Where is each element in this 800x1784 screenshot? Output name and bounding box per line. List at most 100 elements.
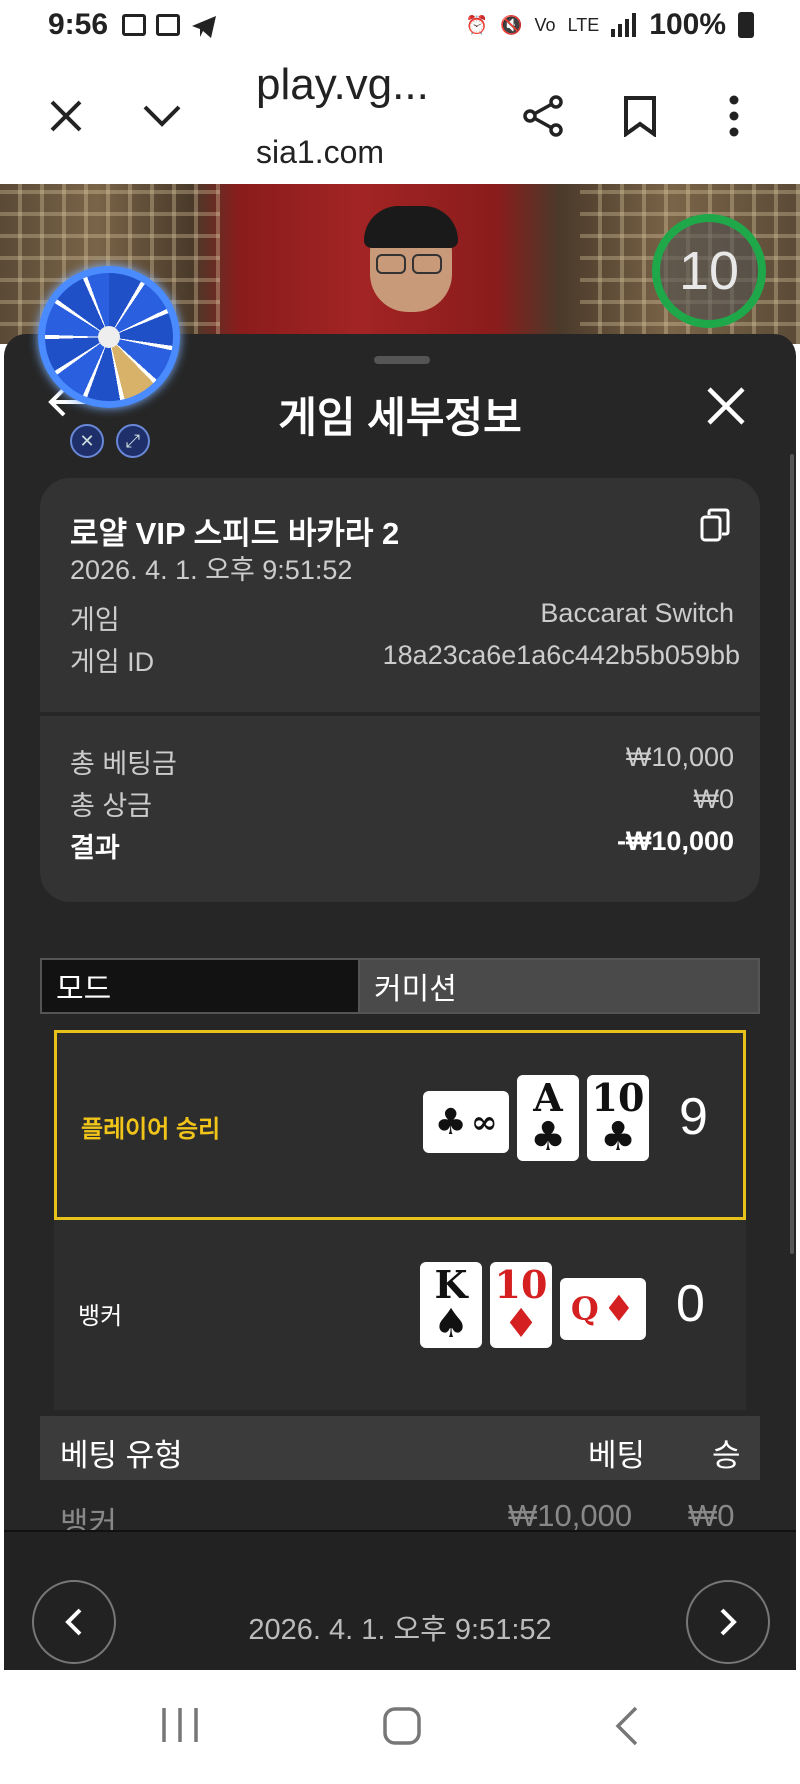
back-chevron-icon — [615, 1706, 638, 1746]
recents-icon — [162, 1708, 198, 1742]
bookmark-button[interactable] — [610, 86, 670, 146]
card-suit: ♦ — [602, 1288, 636, 1330]
game-summary-card: 로얄 VIP 스피드 바카라 2 2026. 4. 1. 오후 9:51:52 … — [40, 478, 760, 712]
game-label: 게임 — [70, 605, 120, 635]
mode-value: 커미션 — [360, 958, 760, 1014]
game-details-sheet: 게임 세부정보 로얄 VIP 스피드 바카라 2 2026. 4. 1. 오후 … — [4, 334, 796, 1670]
bet-row-amount: ₩10,000 — [508, 1498, 633, 1533]
total-win-label: 총 상금 — [70, 791, 153, 821]
bet-row-win: ₩0 — [688, 1498, 735, 1533]
game-name: 로얄 VIP 스피드 바카라 2 — [70, 516, 400, 551]
playing-card: Q ♦ — [560, 1278, 646, 1340]
close-sheet-button[interactable] — [706, 386, 746, 431]
volte-icon: Vo — [534, 14, 556, 35]
total-bet-row: 총 베팅금 ₩10,000 — [70, 742, 734, 781]
recent-apps-button[interactable] — [160, 1706, 200, 1749]
close-icon — [50, 100, 82, 132]
expand-icon: ⤢ — [125, 430, 141, 451]
card-suit: ♣ — [530, 1113, 566, 1160]
mute-icon: 🔇 — [500, 14, 523, 35]
card-rank: ∞ — [470, 1103, 498, 1141]
sheet-drag-handle[interactable] — [374, 356, 430, 364]
total-win-value: ₩0 — [693, 784, 735, 814]
battery-icon — [738, 12, 754, 38]
scrollbar[interactable] — [790, 454, 794, 1254]
card-rank: 10 — [494, 1262, 548, 1307]
copy-icon — [700, 508, 730, 542]
card-suit: ♠ — [433, 1300, 469, 1347]
card-suit: ♣ — [434, 1101, 467, 1143]
widget-expand-button[interactable]: ⤢ — [116, 424, 150, 458]
total-bet-value: ₩10,000 — [625, 742, 734, 772]
game-id-value: 18a23ca6e1a6c442b5b059bb — [382, 640, 740, 670]
dealer-image — [350, 206, 470, 344]
result-label: 결과 — [70, 833, 120, 863]
card-rank: K — [434, 1262, 468, 1307]
browser-toolbar: play.vg... sia1.com — [0, 56, 800, 184]
game-row: 게임 Baccarat Switch — [70, 598, 734, 637]
bet-type-header: 베팅 유형 — [60, 1438, 183, 1473]
player-hand: 플레이어 승리 ♣ ∞ A ♣ 10 ♣ 9 — [54, 1030, 746, 1220]
widget-close-button[interactable]: ✕ — [70, 424, 104, 458]
playing-card: K ♠ — [420, 1262, 482, 1348]
card-rank: A — [533, 1075, 563, 1120]
url-subdomain[interactable]: sia1.com — [256, 134, 384, 171]
close-icon: ✕ — [79, 430, 95, 451]
chevron-down-icon — [143, 105, 181, 127]
system-navigation-bar — [0, 1670, 800, 1784]
alarm-icon: ⏰ — [465, 14, 489, 35]
share-icon — [523, 95, 563, 137]
timer-value: 10 — [678, 241, 740, 301]
card-suit: ♣ — [600, 1113, 636, 1160]
game-id-row: 게임 ID 18a23ca6e1a6c442b5b059bb — [70, 640, 740, 679]
bet-amount-header: 베팅 — [588, 1438, 646, 1473]
round-navigation: 2026. 4. 1. 오후 9:51:52 — [4, 1530, 796, 1670]
player-score: 9 — [679, 1088, 708, 1146]
bet-table-header: 베팅 유형 베팅 승 — [40, 1416, 760, 1480]
totals-card: 총 베팅금 ₩10,000 총 상금 ₩0 결과 -₩10,000 — [40, 716, 760, 902]
notification-icons — [122, 14, 218, 40]
banker-score: 0 — [676, 1275, 705, 1333]
signal-icon — [611, 13, 637, 37]
calendar-icon — [156, 14, 180, 36]
banker-hand: 뱅커 K ♠ 10 ♦ Q ♦ 0 — [54, 1220, 746, 1410]
result-value: -₩10,000 — [616, 826, 734, 856]
status-bar: 9:56 ⏰ 🔇 Vo LTE 100% — [0, 0, 800, 56]
banker-label: 뱅커 — [78, 1303, 123, 1330]
telegram-icon — [192, 16, 216, 38]
result-row: 결과 -₩10,000 — [70, 826, 734, 865]
game-id-label: 게임 ID — [70, 647, 155, 677]
chevron-right-icon — [720, 1608, 737, 1636]
bookmark-icon — [624, 96, 656, 137]
playing-card: 10 ♣ — [587, 1075, 649, 1161]
back-nav-button[interactable] — [614, 1706, 640, 1751]
share-button[interactable] — [514, 86, 574, 146]
gallery-icon — [122, 14, 146, 36]
card-rank: Q — [570, 1290, 599, 1328]
close-icon — [707, 387, 745, 425]
playing-card: 10 ♦ — [490, 1262, 552, 1348]
playing-card: ♣ ∞ — [423, 1091, 509, 1153]
more-vertical-icon — [729, 95, 739, 137]
home-button[interactable] — [382, 1706, 422, 1751]
total-win-row: 총 상금 ₩0 — [70, 784, 734, 823]
close-tab-button[interactable] — [36, 86, 96, 146]
url-domain[interactable]: play.vg... — [256, 60, 429, 110]
bet-win-header: 승 — [712, 1438, 741, 1473]
total-bet-label: 총 베팅금 — [70, 749, 177, 779]
card-rank: 10 — [591, 1075, 645, 1120]
copy-button[interactable] — [700, 508, 730, 542]
lte-icon: LTE — [567, 14, 600, 35]
player-result-label: 플레이어 승리 — [81, 1116, 221, 1143]
minimize-button[interactable] — [132, 86, 192, 146]
mode-bar: 모드 커미션 — [40, 958, 760, 1014]
next-round-button[interactable] — [686, 1580, 770, 1664]
game-value: Baccarat Switch — [540, 598, 734, 628]
playing-card: A ♣ — [517, 1075, 579, 1161]
round-datetime: 2026. 4. 1. 오후 9:51:52 — [248, 1614, 552, 1646]
game-datetime: 2026. 4. 1. 오후 9:51:52 — [70, 555, 353, 585]
more-menu-button[interactable] — [704, 86, 764, 146]
wheel-game-widget[interactable] — [38, 266, 180, 408]
mode-label: 모드 — [40, 958, 360, 1014]
clock: 9:56 — [48, 8, 109, 41]
